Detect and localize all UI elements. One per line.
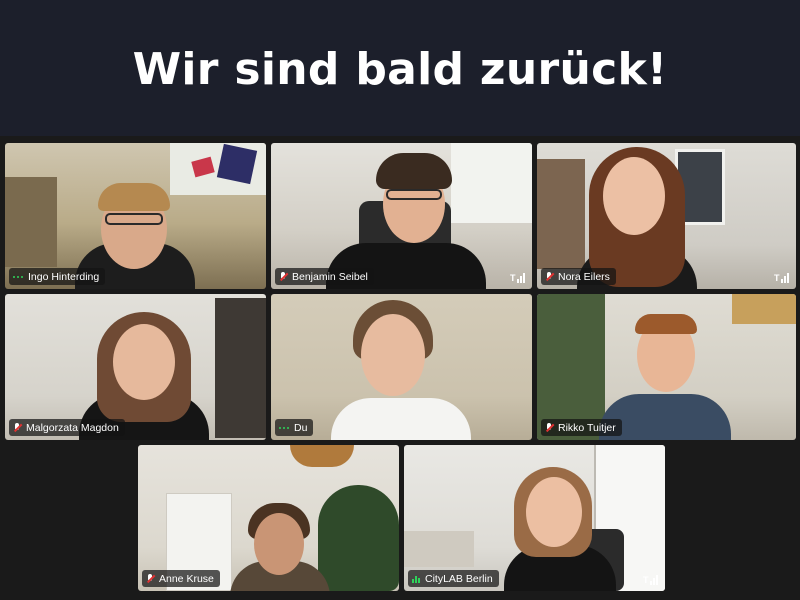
participant-name: Ingo Hinterding [28,270,100,283]
participant-name: Benjamin Seibel [292,270,368,283]
wall-art-shape [216,143,258,185]
mic-muted-icon [13,422,22,433]
nameplate: Malgorzata Magdon [9,419,125,436]
person-hair [376,153,452,189]
nameplate: Rikko Tuitjer [541,419,622,436]
person-hair [98,183,170,211]
person-head [361,314,425,396]
video-tile[interactable]: Nora Eilers T [537,143,796,289]
video-tile[interactable]: Du [271,294,532,440]
participant-name: Anne Kruse [159,572,214,585]
participant-name: Malgorzata Magdon [26,421,119,434]
meeting-screen: Wir sind bald zurück! Ingo Hinterding Be… [0,0,800,600]
person-hair [635,314,697,334]
person-head [254,513,304,575]
glasses [105,213,163,225]
nameplate: CityLAB Berlin [408,570,499,587]
signal-icon: T [774,273,791,283]
video-gallery: Ingo Hinterding Benjamin Seibel T Nora E… [0,136,800,600]
shelf [404,531,474,567]
participant-name: Nora Eilers [558,270,610,283]
person-head [603,157,665,235]
mic-muted-icon [545,422,554,433]
video-tile[interactable]: Rikko Tuitjer [537,294,796,440]
video-tile[interactable]: Malgorzata Magdon [5,294,266,440]
plant [318,485,399,591]
shelf [215,298,266,438]
participant-name: Rikko Tuitjer [558,421,616,434]
participant-name: Du [294,421,308,434]
glasses [386,189,442,200]
video-tile[interactable]: CityLAB Berlin T [404,445,665,591]
signal-icon: T [643,575,660,585]
video-tile[interactable]: Anne Kruse [138,445,399,591]
mic-muted-icon [279,271,288,282]
person-head [113,324,175,400]
window [451,143,532,223]
nameplate: Nora Eilers [541,268,616,285]
mic-active-icon [412,574,421,584]
dots-icon [279,423,290,433]
person-body [331,398,471,440]
window-frame [5,177,57,267]
headline: Wir sind bald zurück! [132,44,668,95]
mic-muted-icon [545,271,554,282]
shelf [732,294,796,324]
nameplate: Benjamin Seibel [275,268,374,285]
person-head [526,477,582,547]
mic-muted-icon [146,573,155,584]
participant-name: CityLAB Berlin [425,572,493,585]
shelf [537,159,585,269]
nameplate: Du [275,419,314,436]
signal-icon: T [510,273,527,283]
nameplate: Ingo Hinterding [9,268,106,285]
video-tile[interactable]: Ingo Hinterding [5,143,266,289]
video-tile[interactable]: Benjamin Seibel T [271,143,532,289]
dots-icon [13,272,24,282]
nameplate: Anne Kruse [142,570,220,587]
